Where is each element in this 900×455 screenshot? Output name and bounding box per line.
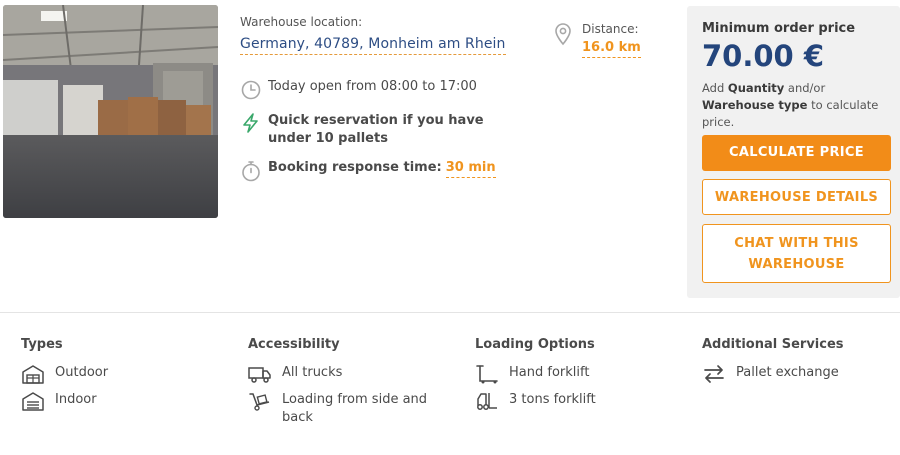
booking-response: Booking response time: 30 min [240,160,496,182]
service-pallet-exchange: Pallet exchange [736,365,839,380]
warehouse-outdoor-icon [22,365,44,384]
access-side-back: Loading from side and back [282,392,428,425]
truck-icon [248,367,271,383]
location-info: Warehouse location: Germany, 40789, Monh… [240,15,540,55]
booking-value[interactable]: 30 min [445,160,496,178]
clock-icon [241,80,261,100]
price-note-type: Warehouse type [702,98,808,112]
forklift-icon [477,393,497,410]
type-outdoor: Outdoor [55,365,109,380]
list-item: 3 tons forklift [475,391,685,411]
type-indoor: Indoor [55,392,97,407]
loading-forklift: 3 tons forklift [509,392,596,407]
warehouse-photo[interactable] [3,5,218,218]
section-divider [0,312,900,313]
quick-reservation-text: Quick reservation if you have under 10 p… [268,113,484,146]
price-note-quantity: Quantity [727,81,785,95]
lightning-icon [243,113,258,133]
min-price-value: 70.00 € [702,39,825,73]
additional-services-section: Additional Services Pallet exchange [702,337,900,391]
loading-options-title: Loading Options [475,337,595,352]
loading-hand-forklift: Hand forklift [509,365,590,380]
list-item: All trucks [248,364,458,384]
warehouse-indoor-icon [22,392,44,411]
quick-reservation: Quick reservation if you have under 10 p… [240,112,530,148]
distance-label: Distance: [582,22,639,36]
list-item: Indoor [21,391,231,411]
types-title: Types [21,337,63,352]
open-hours: Today open from 08:00 to 17:00 [240,79,477,101]
open-hours-text: Today open from 08:00 to 17:00 [268,79,477,94]
chat-warehouse-button[interactable]: CHAT WITH THIS WAREHOUSE [702,224,891,283]
chat-button-line1: CHAT WITH THIS [734,236,859,251]
price-note-mid: and/or [784,81,826,95]
stopwatch-icon [242,161,260,182]
distance: Distance: 16.0 km [552,22,641,58]
location-value[interactable]: Germany, 40789, Monheim am Rhein [240,36,506,55]
map-pin-icon [555,23,571,46]
list-item: Hand forklift [475,364,685,384]
additional-services-title: Additional Services [702,337,844,352]
loading-options-section: Loading Options Hand forklift 3 tons for… [475,337,685,418]
chat-button-line2: WAREHOUSE [748,257,845,272]
accessibility-section: Accessibility All trucks Loading from si… [248,337,458,434]
calculate-price-button[interactable]: CALCULATE PRICE [702,135,891,171]
price-panel: Minimum order price 70.00 € Add Quantity… [687,6,900,298]
min-price-label: Minimum order price [702,21,856,36]
price-note: Add Quantity and/or Warehouse type to ca… [702,80,897,131]
location-label: Warehouse location: [240,15,363,29]
accessibility-title: Accessibility [248,337,340,352]
price-note-prefix: Add [702,81,728,95]
hand-forklift-icon [476,365,498,384]
exchange-arrows-icon [704,365,724,383]
list-item: Pallet exchange [702,364,900,384]
list-item: Outdoor [21,364,231,384]
distance-value: 16.0 km [582,40,641,58]
warehouse-details-button[interactable]: WAREHOUSE DETAILS [702,179,891,215]
hand-truck-icon [249,393,270,411]
list-item: Loading from side and back [248,391,458,427]
booking-label: Booking response time: [268,160,442,175]
types-section: Types Outdoor Indoor [21,337,231,418]
access-all-trucks: All trucks [282,365,343,380]
